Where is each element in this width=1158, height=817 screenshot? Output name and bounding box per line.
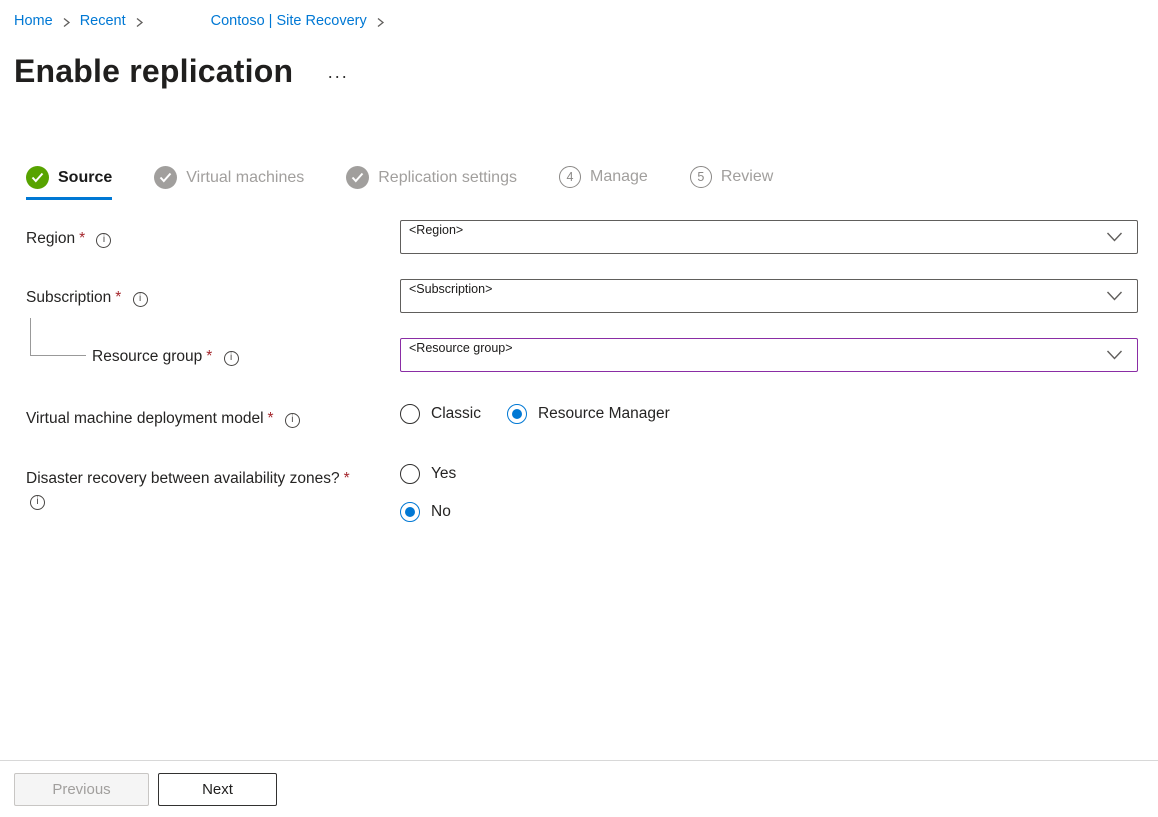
previous-button[interactable]: Previous bbox=[14, 773, 149, 806]
tab-virtual-machines[interactable]: Virtual machines bbox=[154, 166, 304, 200]
check-icon bbox=[154, 166, 177, 189]
chevron-down-icon bbox=[1106, 350, 1123, 361]
check-icon bbox=[26, 166, 49, 189]
subscription-label: Subscription bbox=[26, 289, 111, 306]
required-asterisk: * bbox=[79, 230, 85, 247]
region-dropdown[interactable]: <Region> bbox=[400, 220, 1138, 254]
region-value: <Region> bbox=[409, 223, 463, 237]
footer-bar: Previous Next bbox=[0, 760, 1158, 817]
subscription-dropdown[interactable]: <Subscription> bbox=[400, 279, 1138, 313]
check-icon bbox=[346, 166, 369, 189]
tab-replication-settings[interactable]: Replication settings bbox=[346, 166, 517, 200]
radio-button-selected-icon bbox=[507, 404, 527, 424]
next-button[interactable]: Next bbox=[158, 773, 277, 806]
chevron-right-icon bbox=[62, 15, 71, 28]
enable-replication-page: Home Recent Contoso | Site Recovery Enab… bbox=[0, 0, 1158, 817]
resource-group-label: Resource group bbox=[92, 348, 202, 365]
radio-option-no[interactable]: No bbox=[400, 502, 1138, 522]
resource-group-label-cell: Resource group* i bbox=[92, 338, 400, 368]
deployment-model-label: Virtual machine deployment model bbox=[26, 410, 264, 427]
resource-group-dropdown[interactable]: <Resource group> bbox=[400, 338, 1138, 372]
info-icon[interactable]: i bbox=[224, 351, 239, 366]
radio-label: Classic bbox=[431, 405, 481, 423]
form-row-region: Region* i <Region> bbox=[26, 220, 1138, 254]
radio-button-icon bbox=[400, 404, 420, 424]
required-asterisk: * bbox=[115, 289, 121, 306]
form-row-subscription: Subscription* i <Subscription> bbox=[26, 279, 1138, 313]
info-icon[interactable]: i bbox=[285, 413, 300, 428]
tree-connector-line bbox=[30, 318, 86, 356]
deployment-model-radio-group: Classic Resource Manager bbox=[400, 400, 1138, 424]
required-asterisk: * bbox=[268, 410, 274, 427]
region-control-cell: <Region> bbox=[400, 220, 1138, 254]
breadcrumb: Home Recent Contoso | Site Recovery bbox=[0, 0, 1158, 29]
subscription-value: <Subscription> bbox=[409, 282, 492, 296]
tab-manage[interactable]: 4 Manage bbox=[559, 166, 648, 199]
form-row-resource-group: Resource group* i <Resource group> bbox=[26, 338, 1138, 372]
chevron-right-icon bbox=[376, 15, 385, 28]
title-row: Enable replication ··· bbox=[14, 53, 1158, 90]
breadcrumb-contoso-site-recovery[interactable]: Contoso | Site Recovery bbox=[211, 13, 367, 29]
radio-label: Resource Manager bbox=[538, 405, 670, 423]
resource-group-control-cell: <Resource group> bbox=[400, 338, 1138, 372]
dr-zones-radio-group: Yes No bbox=[400, 460, 1138, 522]
chevron-down-icon bbox=[1106, 232, 1123, 243]
info-icon[interactable]: i bbox=[30, 495, 45, 510]
deployment-model-label-cell: Virtual machine deployment model* i bbox=[26, 400, 400, 430]
radio-option-classic[interactable]: Classic bbox=[400, 404, 481, 424]
tab-label: Manage bbox=[590, 168, 648, 186]
region-label: Region bbox=[26, 230, 75, 247]
required-asterisk: * bbox=[206, 348, 212, 365]
breadcrumb-home[interactable]: Home bbox=[14, 13, 53, 29]
radio-button-icon bbox=[400, 464, 420, 484]
subscription-control-cell: <Subscription> bbox=[400, 279, 1138, 313]
more-options-button[interactable]: ··· bbox=[327, 66, 348, 87]
tab-label: Replication settings bbox=[378, 169, 517, 187]
chevron-down-icon bbox=[1106, 291, 1123, 302]
subscription-label-cell: Subscription* i bbox=[26, 279, 400, 309]
tab-label: Review bbox=[721, 168, 773, 186]
resource-group-value: <Resource group> bbox=[409, 341, 513, 355]
tab-label: Source bbox=[58, 169, 112, 187]
breadcrumb-recent[interactable]: Recent bbox=[80, 13, 126, 29]
radio-label: Yes bbox=[431, 465, 456, 483]
dr-zones-label: Disaster recovery between availability z… bbox=[26, 470, 340, 487]
dr-zones-label-cell: Disaster recovery between availability z… bbox=[26, 460, 400, 512]
form-row-deployment-model: Virtual machine deployment model* i Clas… bbox=[26, 400, 1138, 430]
radio-option-yes[interactable]: Yes bbox=[400, 464, 1138, 484]
source-form: Region* i <Region> Subscription* i < bbox=[26, 220, 1138, 522]
tab-label: Virtual machines bbox=[186, 169, 304, 187]
tab-review[interactable]: 5 Review bbox=[690, 166, 773, 199]
step-number: 4 bbox=[559, 166, 581, 188]
dr-zones-control-cell: Yes No bbox=[400, 460, 1138, 522]
step-number: 5 bbox=[690, 166, 712, 188]
radio-option-resource-manager[interactable]: Resource Manager bbox=[507, 404, 670, 424]
region-label-cell: Region* i bbox=[26, 220, 400, 250]
chevron-right-icon bbox=[135, 15, 144, 28]
radio-button-selected-icon bbox=[400, 502, 420, 522]
radio-label: No bbox=[431, 503, 451, 521]
info-icon[interactable]: i bbox=[133, 292, 148, 307]
tab-source[interactable]: Source bbox=[26, 166, 112, 200]
required-asterisk: * bbox=[344, 470, 350, 487]
form-row-dr-zones: Disaster recovery between availability z… bbox=[26, 460, 1138, 522]
info-icon[interactable]: i bbox=[96, 233, 111, 248]
deployment-model-control-cell: Classic Resource Manager bbox=[400, 400, 1138, 424]
page-title: Enable replication bbox=[14, 53, 293, 90]
wizard-steps: Source Virtual machines Replication sett… bbox=[26, 166, 1158, 200]
